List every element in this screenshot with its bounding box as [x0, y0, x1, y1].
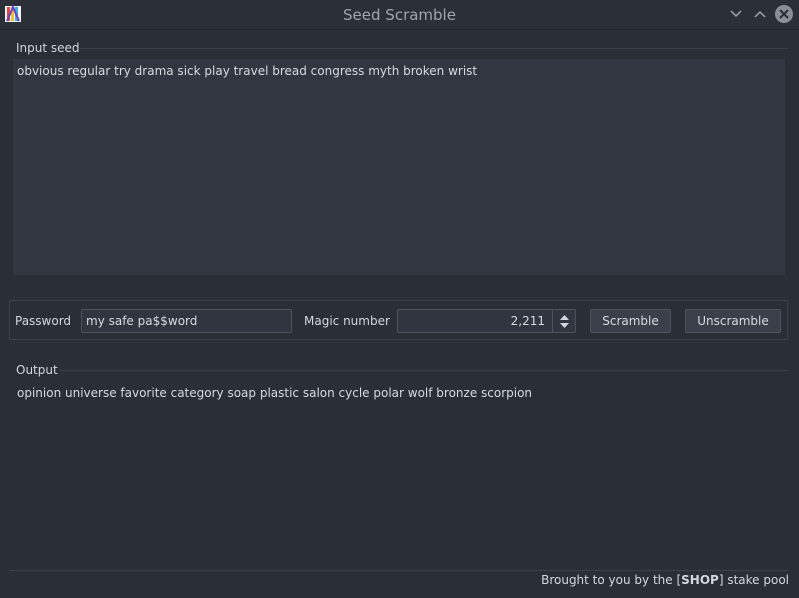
spin-arrows[interactable] [552, 310, 575, 332]
input-seed-textarea[interactable]: obvious regular try drama sick play trav… [13, 59, 785, 275]
title-bar: Seed Scramble [0, 0, 799, 30]
close-icon [779, 9, 789, 19]
minimize-button[interactable] [727, 5, 745, 23]
maximize-button[interactable] [751, 5, 769, 23]
chevron-down-icon [730, 10, 742, 18]
window-title: Seed Scramble [343, 6, 456, 24]
unscramble-button[interactable]: Unscramble [685, 309, 781, 333]
output-text: opinion universe favorite category soap … [17, 386, 533, 400]
section-divider [60, 370, 788, 371]
footer-prefix: Brought to you by the [ [541, 573, 682, 587]
magic-number-spinbox[interactable]: 2,211 [397, 309, 576, 333]
password-label: Password [15, 314, 72, 328]
magic-number-value: 2,211 [510, 314, 545, 328]
spin-down-icon[interactable] [559, 322, 569, 328]
section-divider [80, 48, 788, 49]
spin-up-icon[interactable] [559, 314, 569, 320]
footer-divider [9, 570, 788, 571]
footer-pool-name: SHOP [681, 573, 719, 587]
close-button[interactable] [775, 5, 793, 23]
footer-suffix: ] stake pool [718, 573, 789, 587]
controls-panel: Password Magic number 2,211 Scramble Uns… [9, 300, 788, 340]
input-seed-label: Input seed [16, 41, 80, 55]
magic-number-label: Magic number [304, 314, 390, 328]
password-input[interactable] [81, 309, 292, 333]
scramble-button[interactable]: Scramble [590, 309, 671, 333]
output-label: Output [16, 363, 58, 377]
chevron-up-icon [754, 10, 766, 18]
footer-credit: Brought to you by the [SHOP] stake pool [541, 573, 789, 587]
